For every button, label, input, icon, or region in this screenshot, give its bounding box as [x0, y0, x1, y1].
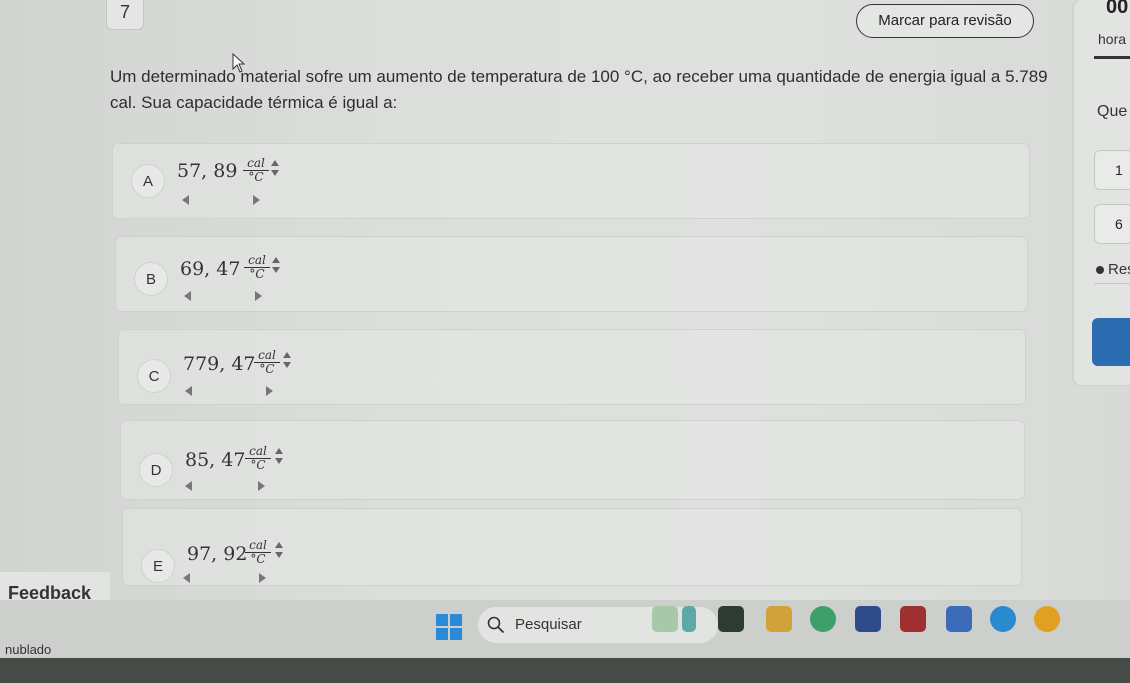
spinner-arrows-icon[interactable]: [282, 350, 292, 370]
option-letter: D: [139, 453, 173, 487]
unit-fraction: cal °C: [244, 254, 270, 281]
search-icon: [487, 616, 505, 634]
search-label: Pesquisar: [515, 616, 582, 633]
windows-start-icon[interactable]: [436, 614, 462, 640]
answered-label: Res: [1108, 261, 1130, 278]
question-nav-box-1[interactable]: 1: [1094, 150, 1130, 190]
timer: 00: [1106, 0, 1129, 18]
option-letter: B: [134, 262, 168, 296]
option-letter: A: [131, 164, 165, 198]
side-action-button[interactable]: [1092, 318, 1130, 366]
spinner-arrows-icon[interactable]: [271, 255, 281, 275]
scroll-right-icon[interactable]: [254, 291, 262, 301]
option-letter: E: [141, 549, 175, 583]
question-text: Um determinado material sofre um aumento…: [110, 67, 1048, 112]
taskbar-app-icon[interactable]: [652, 606, 678, 632]
exam-page: 7 Marcar para revisão 00 hora Que 1 6 Re…: [0, 0, 1130, 600]
unit-fraction: cal °C: [243, 157, 269, 184]
hora-label: hora: [1098, 31, 1127, 47]
scroll-left-icon[interactable]: [184, 291, 192, 301]
scroll-left-icon[interactable]: [183, 573, 191, 583]
taskbar-app-icon[interactable]: [946, 606, 972, 632]
answered-dot-icon: [1096, 266, 1104, 274]
unit-fraction: cal °C: [245, 445, 271, 472]
copilot-icon[interactable]: [810, 606, 836, 632]
scroll-right-icon[interactable]: [265, 386, 273, 396]
weather-status: nublado: [5, 642, 52, 657]
scroll-right-icon[interactable]: [252, 195, 260, 205]
option-e[interactable]: E 97, 92 cal °C: [122, 508, 1022, 586]
option-a[interactable]: A 57, 89 cal °C: [112, 143, 1030, 219]
hora-underline: [1094, 56, 1130, 59]
scroll-right-icon[interactable]: [258, 573, 266, 583]
taskbar-app-icon[interactable]: [718, 606, 744, 632]
option-value: 779, 47: [183, 353, 256, 375]
option-letter: C: [137, 359, 171, 393]
option-b[interactable]: B 69, 47 cal °C: [115, 236, 1028, 312]
spinner-arrows-icon[interactable]: [270, 158, 280, 178]
option-c[interactable]: C 779, 47 cal °C: [118, 329, 1026, 405]
spinner-arrows-icon[interactable]: [274, 446, 284, 466]
side-divider: [1094, 283, 1130, 284]
scroll-right-icon[interactable]: [257, 481, 265, 491]
security-icon[interactable]: [900, 606, 926, 632]
mark-for-review-button[interactable]: Marcar para revisão: [856, 4, 1034, 38]
file-explorer-icon[interactable]: [766, 606, 792, 632]
scroll-left-icon[interactable]: [182, 195, 190, 205]
chrome-icon[interactable]: [1034, 606, 1060, 632]
question-number-tab[interactable]: 7: [106, 0, 144, 30]
unit-fraction: cal °C: [245, 539, 271, 566]
scroll-left-icon[interactable]: [185, 481, 193, 491]
questions-heading: Que: [1097, 103, 1128, 120]
screen-bezel: [0, 658, 1130, 683]
taskbar-app-icon[interactable]: [682, 606, 696, 632]
unit-fraction: cal °C: [254, 349, 280, 376]
option-value: 85, 47: [185, 449, 246, 471]
option-value: 57, 89: [177, 160, 238, 182]
spinner-arrows-icon[interactable]: [274, 540, 284, 560]
edge-icon[interactable]: [990, 606, 1016, 632]
store-icon[interactable]: [855, 606, 881, 632]
option-d[interactable]: D 85, 47 cal °C: [120, 420, 1025, 500]
mouse-cursor-icon: [232, 53, 246, 73]
scroll-left-icon[interactable]: [185, 386, 193, 396]
option-value: 97, 92: [187, 543, 248, 565]
question-nav-box-6[interactable]: 6: [1094, 204, 1130, 244]
option-value: 69, 47: [180, 258, 241, 280]
